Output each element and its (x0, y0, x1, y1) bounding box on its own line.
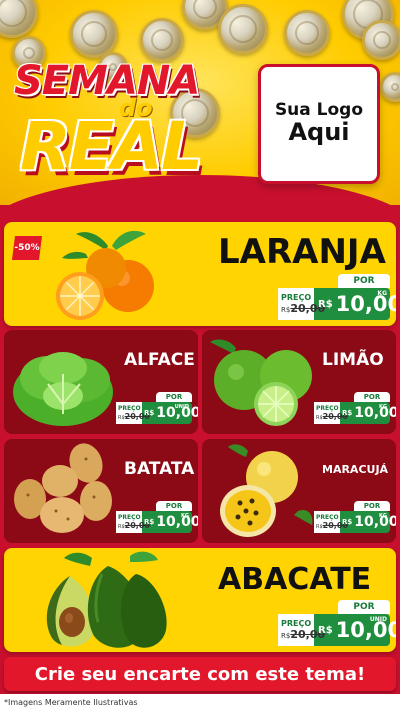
avocado-icon (46, 551, 167, 648)
product-name: BATATA (124, 459, 195, 479)
price-tag: POR PREÇO R$20,00 R$ 10,00 KG (314, 501, 396, 533)
price-tag: POR PREÇO R$20,00 R$ 10,00 UNID (116, 392, 198, 424)
coin-icon (140, 18, 184, 62)
campaign-title: SEMANA do REAL (14, 58, 214, 185)
product-name: LARANJA (218, 232, 386, 272)
product-card-laranja[interactable]: -50% LARANJA POR PREÇO R$20,00 R$ 10,00 (4, 222, 396, 326)
lime-icon (210, 339, 312, 426)
product-name: LIMÃO (322, 350, 384, 370)
price-preco-label: PREÇO (281, 619, 312, 628)
product-name: ABACATE (218, 562, 372, 597)
product-card-batata[interactable]: BATATA POR PREÇO R$20,00 R$ 10,00 KG (4, 439, 198, 543)
price-tag: POR PREÇO R$20,00 R$ 10,00 KG (116, 501, 198, 533)
price-por-label: POR (354, 501, 390, 511)
logo-placeholder[interactable]: Sua Logo Aqui (258, 64, 380, 184)
price-main: PREÇO R$20,00 R$ 10,00 KG (314, 402, 396, 424)
price-tag: POR PREÇO R$20,00 R$ 10,00 KG (314, 392, 396, 424)
price-por-label: POR (156, 501, 192, 511)
coin-icon (0, 0, 38, 38)
price-new-box: R$ 10,00 UNID (314, 614, 396, 646)
price-new-box: R$ 10,00 KG (340, 402, 396, 424)
orange-icon (56, 230, 154, 320)
price-unit: UNID (174, 404, 189, 410)
price-value: 10,00 (354, 405, 396, 421)
price-tag: POR PREÇO R$20,00 R$ 10,00 UNID (278, 600, 396, 646)
price-unit: KG (379, 513, 387, 519)
price-currency: R$ (144, 409, 155, 417)
price-currency: R$ (342, 518, 353, 526)
price-preco-label: PREÇO (316, 405, 339, 412)
coin-icon (218, 4, 268, 54)
product-card-alface[interactable]: ALFACE POR PREÇO R$20,00 R$ 10,00 UNID (4, 330, 198, 434)
price-currency: R$ (144, 518, 155, 526)
price-old-box: PREÇO R$20,00 (116, 402, 150, 424)
price-preco-label: PREÇO (118, 514, 141, 521)
product-name: MARACUJÁ (322, 463, 389, 476)
price-new-box: R$ 10,00 KG (314, 288, 396, 320)
price-old-box: PREÇO R$20,00 (278, 288, 325, 320)
passion-fruit-icon (220, 444, 313, 537)
price-main: PREÇO R$20,00 R$ 10,00 KG (116, 511, 198, 533)
lettuce-icon (13, 352, 113, 426)
price-por-label: POR (354, 392, 390, 402)
price-old-box: PREÇO R$20,00 (116, 511, 150, 533)
price-old-box: PREÇO R$20,00 (278, 614, 325, 646)
coin-icon (284, 10, 330, 56)
price-unit: KG (181, 513, 189, 519)
price-preco-label: PREÇO (118, 405, 141, 412)
price-old-box: PREÇO R$20,00 (314, 402, 348, 424)
coin-icon (70, 10, 118, 58)
price-new-box: R$ 10,00 UNID (142, 402, 198, 424)
price-preco-label: PREÇO (281, 293, 312, 302)
price-new-box: R$ 10,00 KG (142, 511, 198, 533)
disclaimer-text: *Imagens Meramente Ilustrativas (0, 694, 400, 711)
price-currency: R$ (318, 624, 333, 636)
price-por-label: POR (156, 392, 192, 402)
price-value: 10,00 (354, 514, 396, 530)
coin-icon (380, 72, 400, 102)
price-old-box: PREÇO R$20,00 (314, 511, 348, 533)
coin-icon (362, 20, 400, 60)
product-card-abacate[interactable]: ABACATE POR PREÇO R$20,00 R$ 10,00 UNID (4, 548, 396, 652)
price-main: PREÇO R$20,00 R$ 10,00 UNID (116, 402, 198, 424)
product-card-maracuja[interactable]: MARACUJÁ POR PREÇO R$20,00 R$ 10,00 KG (202, 439, 396, 543)
price-currency: R$ (342, 409, 353, 417)
price-main: PREÇO R$20,00 R$ 10,00 KG (278, 288, 396, 320)
cta-button[interactable]: Crie seu encarte com este tema! (4, 657, 396, 691)
discount-badge: -50% (12, 236, 42, 260)
price-unit: UNID (369, 616, 387, 623)
price-value: 10,00 (156, 514, 198, 530)
price-main: PREÇO R$20,00 R$ 10,00 UNID (278, 614, 396, 646)
price-main: PREÇO R$20,00 R$ 10,00 KG (314, 511, 396, 533)
price-preco-label: PREÇO (316, 514, 339, 521)
product-card-limao[interactable]: LIMÃO POR PREÇO R$20,00 R$ 10,00 KG (202, 330, 396, 434)
price-unit: KG (379, 404, 387, 410)
price-por-label: POR (338, 600, 390, 614)
price-unit: KG (377, 290, 387, 297)
price-por-label: POR (338, 274, 390, 288)
price-tag: POR PREÇO R$20,00 R$ 10,00 KG (278, 274, 396, 320)
title-semana: SEMANA (14, 58, 200, 104)
product-name: ALFACE (124, 350, 195, 370)
header-banner: SEMANA do REAL Sua Logo Aqui (0, 0, 400, 205)
price-new-box: R$ 10,00 KG (340, 511, 396, 533)
potato-icon (14, 443, 112, 533)
logo-text-line2: Aqui (288, 118, 350, 147)
price-currency: R$ (318, 298, 333, 310)
title-real: REAL (20, 108, 203, 185)
